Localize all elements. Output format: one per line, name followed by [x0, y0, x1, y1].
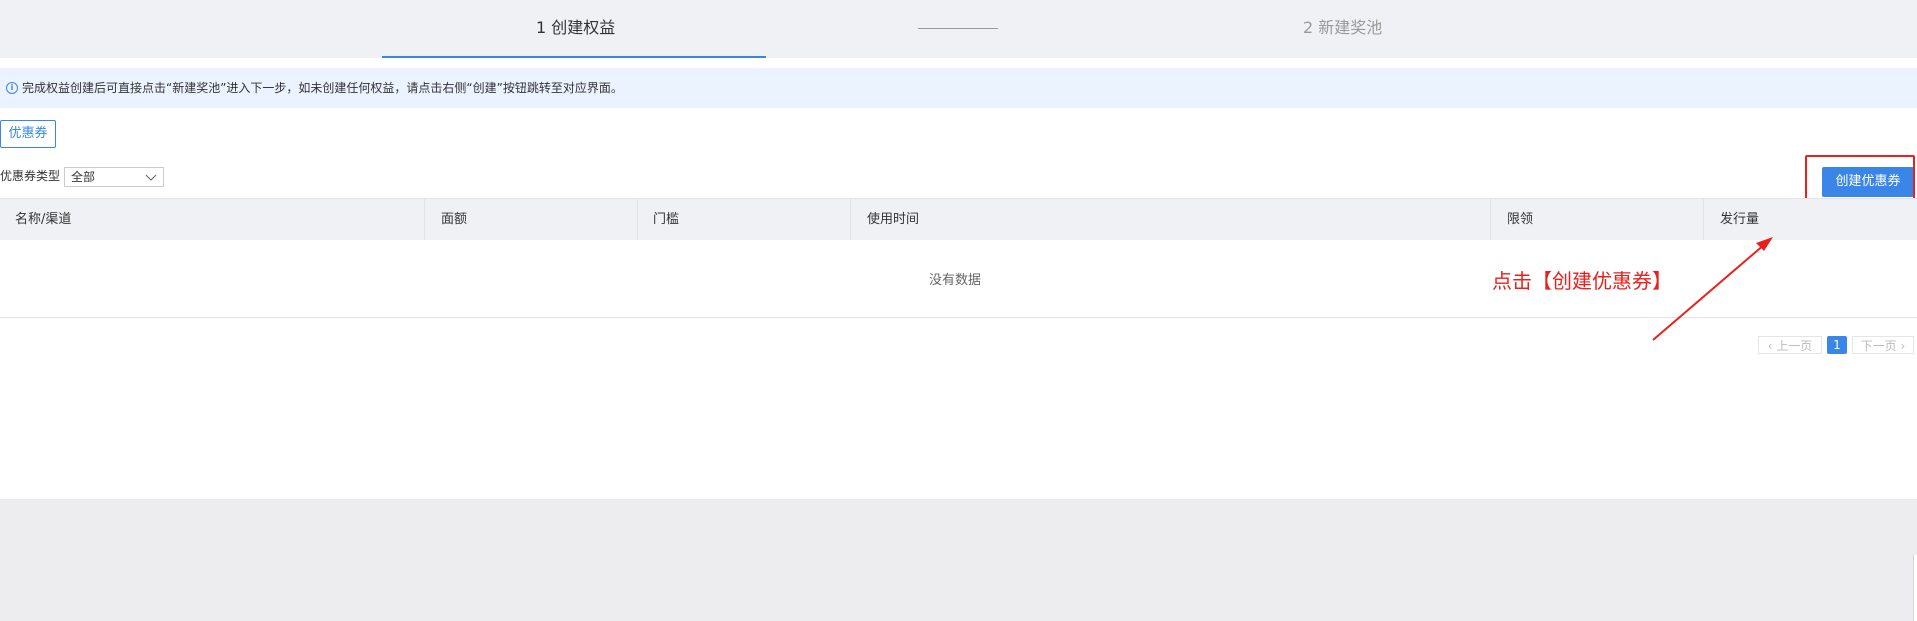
chevron-right-icon: › — [1896, 339, 1906, 353]
coupon-type-selected: 全部 — [71, 170, 96, 184]
page-number-current[interactable]: 1 — [1827, 336, 1847, 354]
prev-page-button[interactable]: ‹ 上一页 — [1758, 336, 1822, 354]
chevron-left-icon: ‹ — [1767, 339, 1777, 353]
coupon-type-select[interactable]: 全部 — [64, 167, 164, 187]
next-page-button[interactable]: 下一页 › — [1852, 336, 1914, 354]
highlight-box — [1805, 155, 1915, 201]
info-icon: i — [6, 82, 18, 94]
scroll-edge — [1913, 555, 1917, 621]
step-connector — [918, 28, 998, 29]
empty-state-text: 没有数据 — [929, 273, 982, 288]
step-create-benefit[interactable]: 1 创建权益 — [536, 18, 615, 38]
column-header-face-value: 面额 — [424, 199, 637, 240]
stepper-bar: 1 创建权益 2 新建奖池 — [0, 0, 1917, 58]
tab-coupon[interactable]: 优惠券 — [0, 120, 56, 148]
table-header: 名称/渠道 面额 门槛 使用时间 限领 发行量 — [0, 198, 1917, 240]
main-panel: i 完成权益创建后可直接点击“新建奖池”进入下一步，如未创建任何权益，请点击右侧… — [0, 58, 1917, 499]
column-header-limit: 限领 — [1490, 199, 1703, 240]
column-header-usage-time: 使用时间 — [850, 199, 1490, 240]
coupon-type-label: 优惠券类型 — [0, 169, 61, 183]
chevron-down-icon — [145, 174, 157, 181]
notice-text: 完成权益创建后可直接点击“新建奖池”进入下一步，如未创建任何权益，请点击右侧“创… — [22, 81, 623, 95]
annotation-text: 点击【创建优惠券】 — [1492, 269, 1672, 293]
info-notice: i 完成权益创建后可直接点击“新建奖池”进入下一步，如未创建任何权益，请点击右侧… — [0, 68, 1917, 108]
column-header-name-channel: 名称/渠道 — [15, 212, 72, 227]
column-header-threshold: 门槛 — [637, 199, 850, 240]
step-new-prize-pool[interactable]: 2 新建奖池 — [1303, 18, 1382, 38]
column-header-issue-quantity: 发行量 — [1703, 199, 1917, 240]
